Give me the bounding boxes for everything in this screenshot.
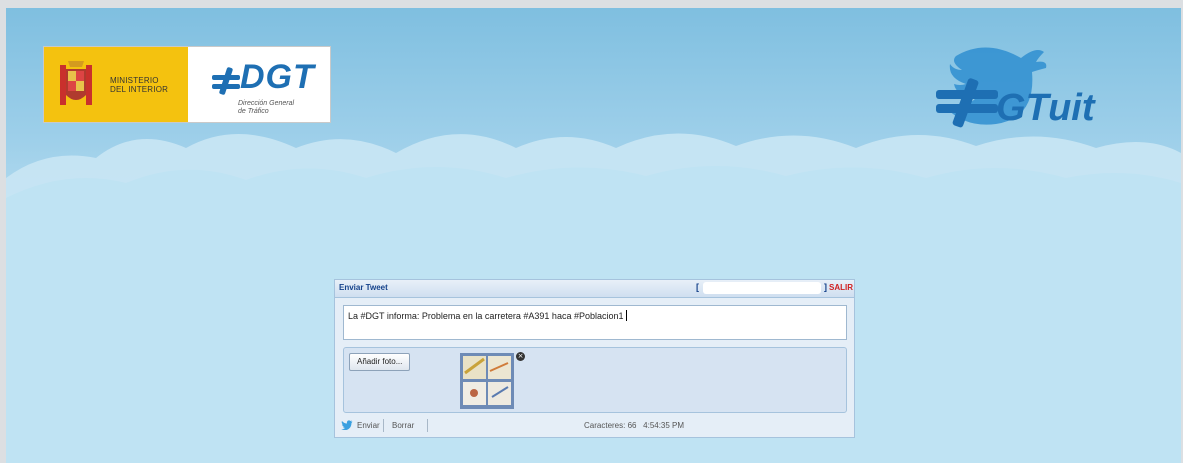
panel-header: Enviar Tweet [ ] SALIR — [335, 280, 854, 298]
dgt-sub-line1: Dirección General — [238, 100, 295, 107]
user-bracket-open: [ — [696, 282, 699, 292]
dgt-logo: DGT Dirección General de Tráfico — [188, 47, 330, 122]
user-bracket-close: ] — [824, 282, 827, 292]
dgtuit-logo: GTuit — [936, 47, 1096, 129]
photo-thumbnail[interactable] — [460, 353, 514, 409]
ministerio-line1: MINISTERIO — [110, 75, 159, 85]
user-name-field — [703, 282, 821, 294]
send-tweet-panel: Enviar Tweet [ ] SALIR La #DGT informa: … — [334, 279, 855, 438]
footer-divider — [383, 419, 384, 432]
ministerio-logo: MINISTERIO DEL INTERIOR — [44, 47, 188, 122]
footer-divider — [427, 419, 428, 432]
tweet-textarea[interactable]: La #DGT informa: Problema en la carreter… — [343, 305, 847, 340]
page-background: MINISTERIO DEL INTERIOR DGT Dirección Ge… — [6, 8, 1181, 463]
ministerio-dgt-logo: MINISTERIO DEL INTERIOR DGT Dirección Ge… — [43, 46, 331, 123]
twitter-bird-icon — [341, 420, 353, 430]
timestamp: 4:54:35 PM — [643, 421, 685, 430]
panel-title: Enviar Tweet — [339, 283, 388, 292]
coat-of-arms-icon — [60, 60, 92, 105]
remove-photo-icon[interactable]: × — [516, 352, 525, 361]
text-caret — [625, 310, 627, 321]
ministerio-line2: DEL INTERIOR — [110, 84, 169, 94]
status-text: Caracteres: 66 4:54:35 PM — [584, 421, 684, 430]
send-button[interactable]: Enviar — [357, 421, 380, 430]
dgt-sub-line2: de Tráfico — [238, 108, 269, 115]
char-count: Caracteres: 66 — [584, 421, 637, 430]
dgtuit-logo-text: GTuit — [996, 87, 1096, 129]
panel-footer: Enviar Borrar Caracteres: 66 4:54:35 PM — [335, 418, 854, 436]
add-photo-button[interactable]: Añadir foto... — [349, 353, 411, 371]
photo-attachment-area: Añadir foto... × — [343, 347, 847, 413]
dgt-cross-icon — [212, 67, 240, 95]
logout-link[interactable]: SALIR — [829, 283, 853, 292]
tweet-text: La #DGT informa: Problema en la carreter… — [348, 311, 624, 321]
clear-button[interactable]: Borrar — [392, 421, 414, 430]
dgt-logo-text: DGT — [240, 58, 315, 96]
